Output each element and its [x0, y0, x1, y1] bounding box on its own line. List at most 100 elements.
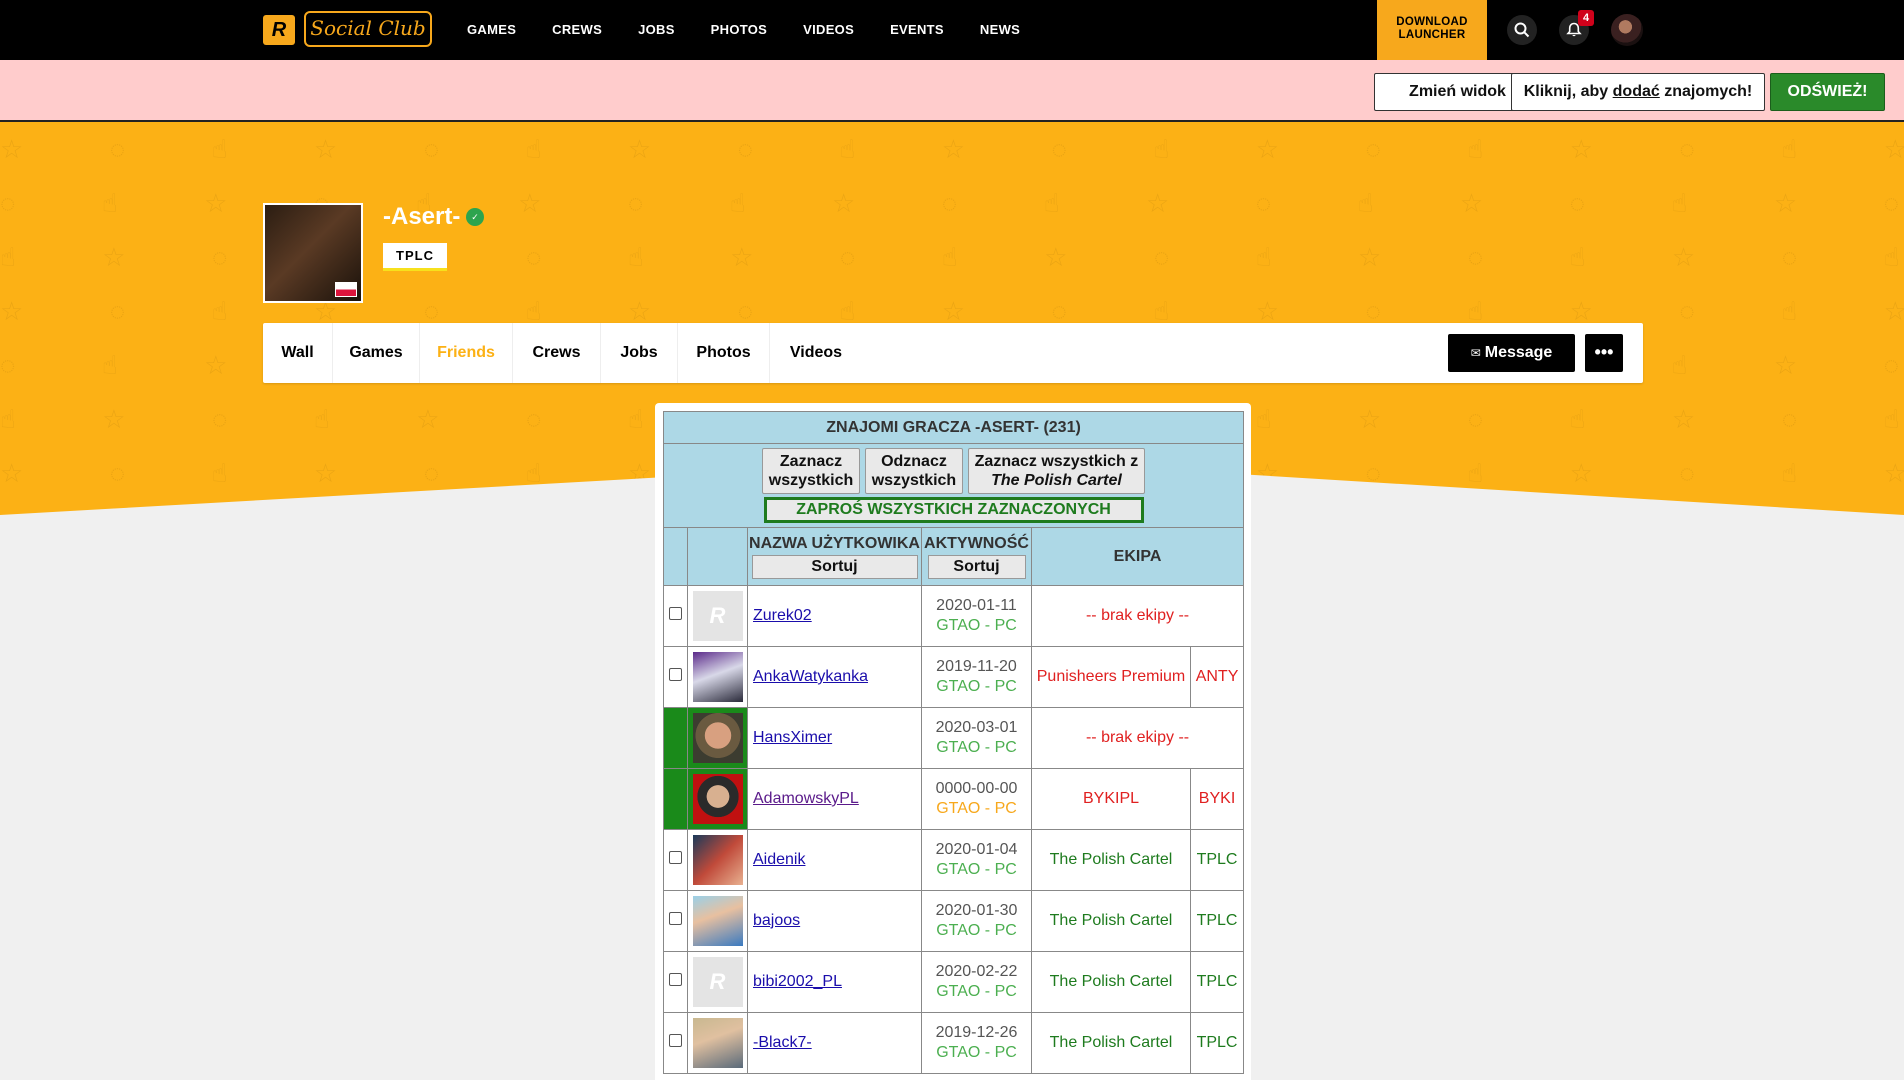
- default-avatar-icon[interactable]: R: [692, 957, 743, 1007]
- main-nav-links: GAMES CREWS JOBS PHOTOS VIDEOS EVENTS NE…: [467, 0, 1056, 60]
- nav-link-news[interactable]: NEWS: [980, 0, 1020, 60]
- add-friends-button[interactable]: Kliknij, aby dodać znajomych!: [1511, 73, 1765, 111]
- message-button[interactable]: ✉ Message: [1448, 334, 1575, 372]
- sort-username-button[interactable]: Sortuj: [751, 554, 918, 579]
- friend-crew-tag: TPLC: [1189, 829, 1245, 891]
- nav-link-events[interactable]: EVENTS: [890, 0, 944, 60]
- friend-avatar-cell: [687, 707, 748, 769]
- nav-link-games[interactable]: GAMES: [467, 0, 516, 60]
- friends-panel: ZNAJOMI GRACZA -ASERT- (231) Zaznacz wszy…: [655, 403, 1251, 1080]
- select-crew-button[interactable]: Zaznacz wszystkich z The Polish Cartel: [967, 448, 1146, 494]
- search-icon[interactable]: [1507, 15, 1537, 45]
- poland-flag-icon: [335, 282, 357, 297]
- friend-name-link[interactable]: bajoos: [753, 912, 800, 929]
- row-checkbox[interactable]: [669, 1034, 682, 1047]
- friend-activity-cell: 2020-01-11 GTAO - PC: [921, 585, 1032, 647]
- row-checkbox[interactable]: [669, 668, 682, 681]
- crew-column-header: EKIPA: [1030, 527, 1245, 586]
- friend-crew-cell: -- brak ekipy --: [1030, 585, 1245, 647]
- friend-crew-name[interactable]: Punisheers Premium: [1031, 646, 1191, 708]
- row-checkbox-cell: [663, 951, 688, 1013]
- tab-jobs[interactable]: Jobs: [601, 323, 678, 383]
- last-active-date: 2019-12-26: [935, 1024, 1018, 1041]
- platform-label: GTAO - PC: [936, 861, 1017, 878]
- rockstar-logo[interactable]: R: [263, 15, 295, 45]
- friend-avatar[interactable]: [692, 713, 743, 763]
- select-all-button[interactable]: Zaznacz wszystkich: [761, 448, 861, 494]
- friend-crew-name[interactable]: The Polish Cartel: [1031, 951, 1191, 1013]
- friend-crew-name[interactable]: The Polish Cartel: [1031, 1012, 1191, 1074]
- friend-activity-cell: 2019-12-26 GTAO - PC: [921, 1012, 1032, 1074]
- friend-name-link[interactable]: -Black7-: [753, 1034, 812, 1051]
- select-all-label-1: Zaznacz: [779, 453, 843, 470]
- row-checkbox[interactable]: [669, 912, 682, 925]
- social-club-logo[interactable]: Social Club: [304, 11, 432, 47]
- friend-avatar-cell: R: [687, 951, 748, 1013]
- friend-activity-cell: 2020-01-30 GTAO - PC: [921, 890, 1032, 952]
- friend-avatar[interactable]: [692, 774, 743, 824]
- friend-name-link[interactable]: HansXimer: [753, 729, 832, 746]
- add-friends-link[interactable]: dodać: [1613, 83, 1660, 100]
- friend-name-cell: AdamowskyPL: [747, 768, 922, 830]
- friend-name-link[interactable]: bibi2002_PL: [753, 973, 842, 990]
- friend-row: Aidenik 2020-01-04 GTAO - PC The Polish C…: [663, 829, 1245, 891]
- message-label: Message: [1484, 344, 1553, 361]
- friend-name-cell: HansXimer: [747, 707, 922, 769]
- row-checkbox[interactable]: [669, 851, 682, 864]
- tab-wall[interactable]: Wall: [263, 323, 333, 383]
- friend-avatar[interactable]: [692, 896, 743, 946]
- friend-avatar[interactable]: [692, 835, 743, 885]
- friends-controls: Zaznacz wszystkich Odznacz wszystkich Zazn…: [662, 443, 1245, 528]
- profile-tabs: Wall Games Friends Crews Jobs Photos Vid…: [263, 323, 1643, 383]
- row-checkbox-cell: [663, 1012, 688, 1074]
- default-avatar-icon[interactable]: R: [692, 591, 743, 641]
- more-options-button[interactable]: •••: [1585, 334, 1623, 372]
- friend-name-link[interactable]: AdamowskyPL: [753, 790, 859, 807]
- row-checkbox-cell: [663, 646, 688, 708]
- friend-avatar-cell: [687, 1012, 748, 1074]
- friend-avatar-cell: [687, 890, 748, 952]
- tab-photos[interactable]: Photos: [678, 323, 770, 383]
- profile-avatar[interactable]: [263, 203, 363, 303]
- friend-name-link[interactable]: Zurek02: [753, 607, 812, 624]
- row-checkbox-cell: [663, 890, 688, 952]
- friend-row: AnkaWatykanka 2019-11-20 GTAO - PC Punish…: [663, 646, 1245, 708]
- activity-column-header: AKTYWNOŚĆ Sortuj: [921, 527, 1032, 586]
- top-navigation-bar: R Social Club GAMES CREWS JOBS PHOTOS VI…: [0, 0, 1904, 60]
- deselect-all-button[interactable]: Odznacz wszystkich: [864, 448, 964, 494]
- tab-friends[interactable]: Friends: [420, 323, 513, 383]
- verified-badge-icon: ✓: [466, 208, 484, 226]
- row-checkbox[interactable]: [669, 607, 682, 620]
- nav-link-videos[interactable]: VIDEOS: [803, 0, 854, 60]
- download-label-line2: LAUNCHER: [1398, 29, 1466, 41]
- download-launcher-button[interactable]: DOWNLOAD LAUNCHER: [1377, 0, 1487, 60]
- friend-name-link[interactable]: Aidenik: [753, 851, 805, 868]
- friend-name-link[interactable]: AnkaWatykanka: [753, 668, 868, 685]
- select-crew-label-2: The Polish Cartel: [991, 472, 1122, 489]
- friend-name-cell: Aidenik: [747, 829, 922, 891]
- friend-avatar[interactable]: [692, 1018, 743, 1068]
- invite-selected-button[interactable]: ZAPROŚ WSZYSTKICH ZAZNACZONYCH: [763, 497, 1144, 523]
- nav-link-jobs[interactable]: JOBS: [638, 0, 675, 60]
- friend-avatar[interactable]: [692, 652, 743, 702]
- friend-row: bajoos 2020-01-30 GTAO - PC The Polish Ca…: [663, 890, 1245, 952]
- tab-videos[interactable]: Videos: [770, 323, 862, 383]
- checkbox-column-header: [663, 527, 688, 586]
- tab-crews[interactable]: Crews: [513, 323, 601, 383]
- nav-link-crews[interactable]: CREWS: [552, 0, 602, 60]
- friend-crew-name[interactable]: The Polish Cartel: [1031, 829, 1191, 891]
- friend-crew-name[interactable]: The Polish Cartel: [1031, 890, 1191, 952]
- row-checkbox[interactable]: [669, 973, 682, 986]
- extension-toolbar: Zmień widok Kliknij, aby dodać znajomych…: [0, 60, 1904, 122]
- tab-games[interactable]: Games: [333, 323, 420, 383]
- friend-name-cell: AnkaWatykanka: [747, 646, 922, 708]
- friend-activity-cell: 2020-03-01 GTAO - PC: [921, 707, 1032, 769]
- last-active-date: 2020-02-22: [935, 963, 1018, 980]
- profile-crew-tag[interactable]: TPLC: [383, 243, 447, 271]
- refresh-button[interactable]: ODŚWIEŻ!: [1770, 73, 1885, 111]
- sort-activity-button[interactable]: Sortuj: [927, 554, 1026, 579]
- deselect-all-label-1: Odznacz: [881, 453, 947, 470]
- user-avatar[interactable]: [1611, 14, 1643, 46]
- nav-link-photos[interactable]: PHOTOS: [711, 0, 767, 60]
- friend-crew-name[interactable]: BYKIPL: [1031, 768, 1191, 830]
